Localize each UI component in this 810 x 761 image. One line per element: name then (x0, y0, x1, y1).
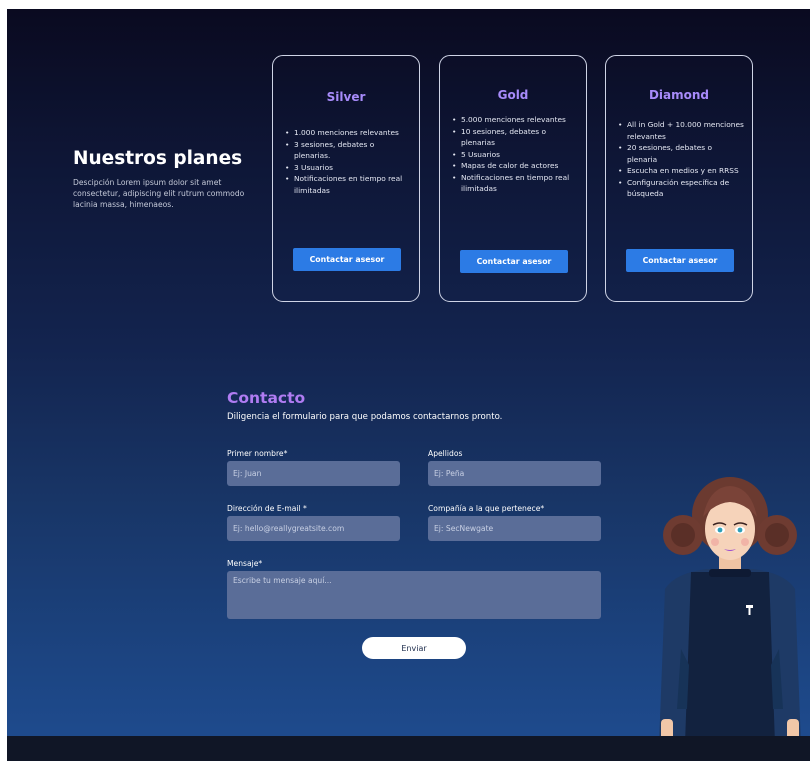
plan-feature: 3 sesiones, debates o plenarias. (285, 139, 411, 162)
plans-description: Descipción Lorem ipsum dolor sit amet co… (73, 178, 245, 209)
company-label: Compañía a la que pertenece* (428, 504, 545, 513)
plan-feature: 5.000 menciones relevantes (452, 114, 578, 126)
email-field[interactable] (227, 516, 400, 541)
plan-card-silver: Silver 1.000 menciones relevantes 3 sesi… (272, 55, 420, 302)
email-label: Dirección de E-mail * (227, 504, 307, 513)
plan-feature: Escucha en medios y en RRSS (618, 165, 744, 177)
plan-feature: 1.000 menciones relevantes (285, 127, 411, 139)
last-name-field[interactable] (428, 461, 601, 486)
company-field[interactable] (428, 516, 601, 541)
plan-feature: Notificaciones en tiempo real ilimitadas (285, 173, 411, 196)
first-name-field[interactable] (227, 461, 400, 486)
plan-feature: 20 sesiones, debates o plenaria (618, 142, 744, 165)
plan-name: Gold (497, 88, 529, 102)
plan-card-gold: Gold 5.000 menciones relevantes 10 sesio… (439, 55, 587, 302)
plan-features: All in Gold + 10.000 menciones relevante… (618, 119, 744, 200)
plan-feature: 5 Usuarios (452, 149, 578, 161)
plan-card-diamond: Diamond All in Gold + 10.000 menciones r… (605, 55, 753, 302)
last-name-label: Apellidos (428, 449, 463, 458)
send-button[interactable]: Enviar (362, 637, 466, 659)
first-name-label: Primer nombre* (227, 449, 288, 458)
plan-feature: 3 Usuarios (285, 162, 411, 174)
footer-bar (7, 736, 810, 761)
contact-advisor-button-silver[interactable]: Contactar asesor (293, 248, 401, 271)
page: Nuestros planes Descipción Lorem ipsum d… (7, 9, 810, 761)
plan-name: Silver (326, 90, 366, 104)
plan-features: 5.000 menciones relevantes 10 sesiones, … (452, 114, 578, 195)
cartoon-woman-avatar-icon (659, 477, 801, 744)
plan-feature: Configuración específica de búsqueda (618, 177, 744, 200)
message-field[interactable] (227, 571, 601, 619)
contact-advisor-button-gold[interactable]: Contactar asesor (460, 250, 568, 273)
plan-feature: 10 sesiones, debates o plenarias (452, 126, 578, 149)
message-label: Mensaje* (227, 559, 263, 568)
plans-title: Nuestros planes (73, 148, 243, 169)
plan-feature: All in Gold + 10.000 menciones relevante… (618, 119, 744, 142)
contact-subtitle: Diligencia el formulario para que podamo… (227, 412, 503, 422)
plan-feature: Mapas de calor de actores (452, 160, 578, 172)
contact-advisor-button-diamond[interactable]: Contactar asesor (626, 249, 734, 272)
contact-title: Contacto (227, 389, 306, 407)
plan-feature: Notificaciones en tiempo real ilimitadas (452, 172, 578, 195)
plan-name: Diamond (648, 88, 710, 102)
plan-features: 1.000 menciones relevantes 3 sesiones, d… (285, 127, 411, 196)
